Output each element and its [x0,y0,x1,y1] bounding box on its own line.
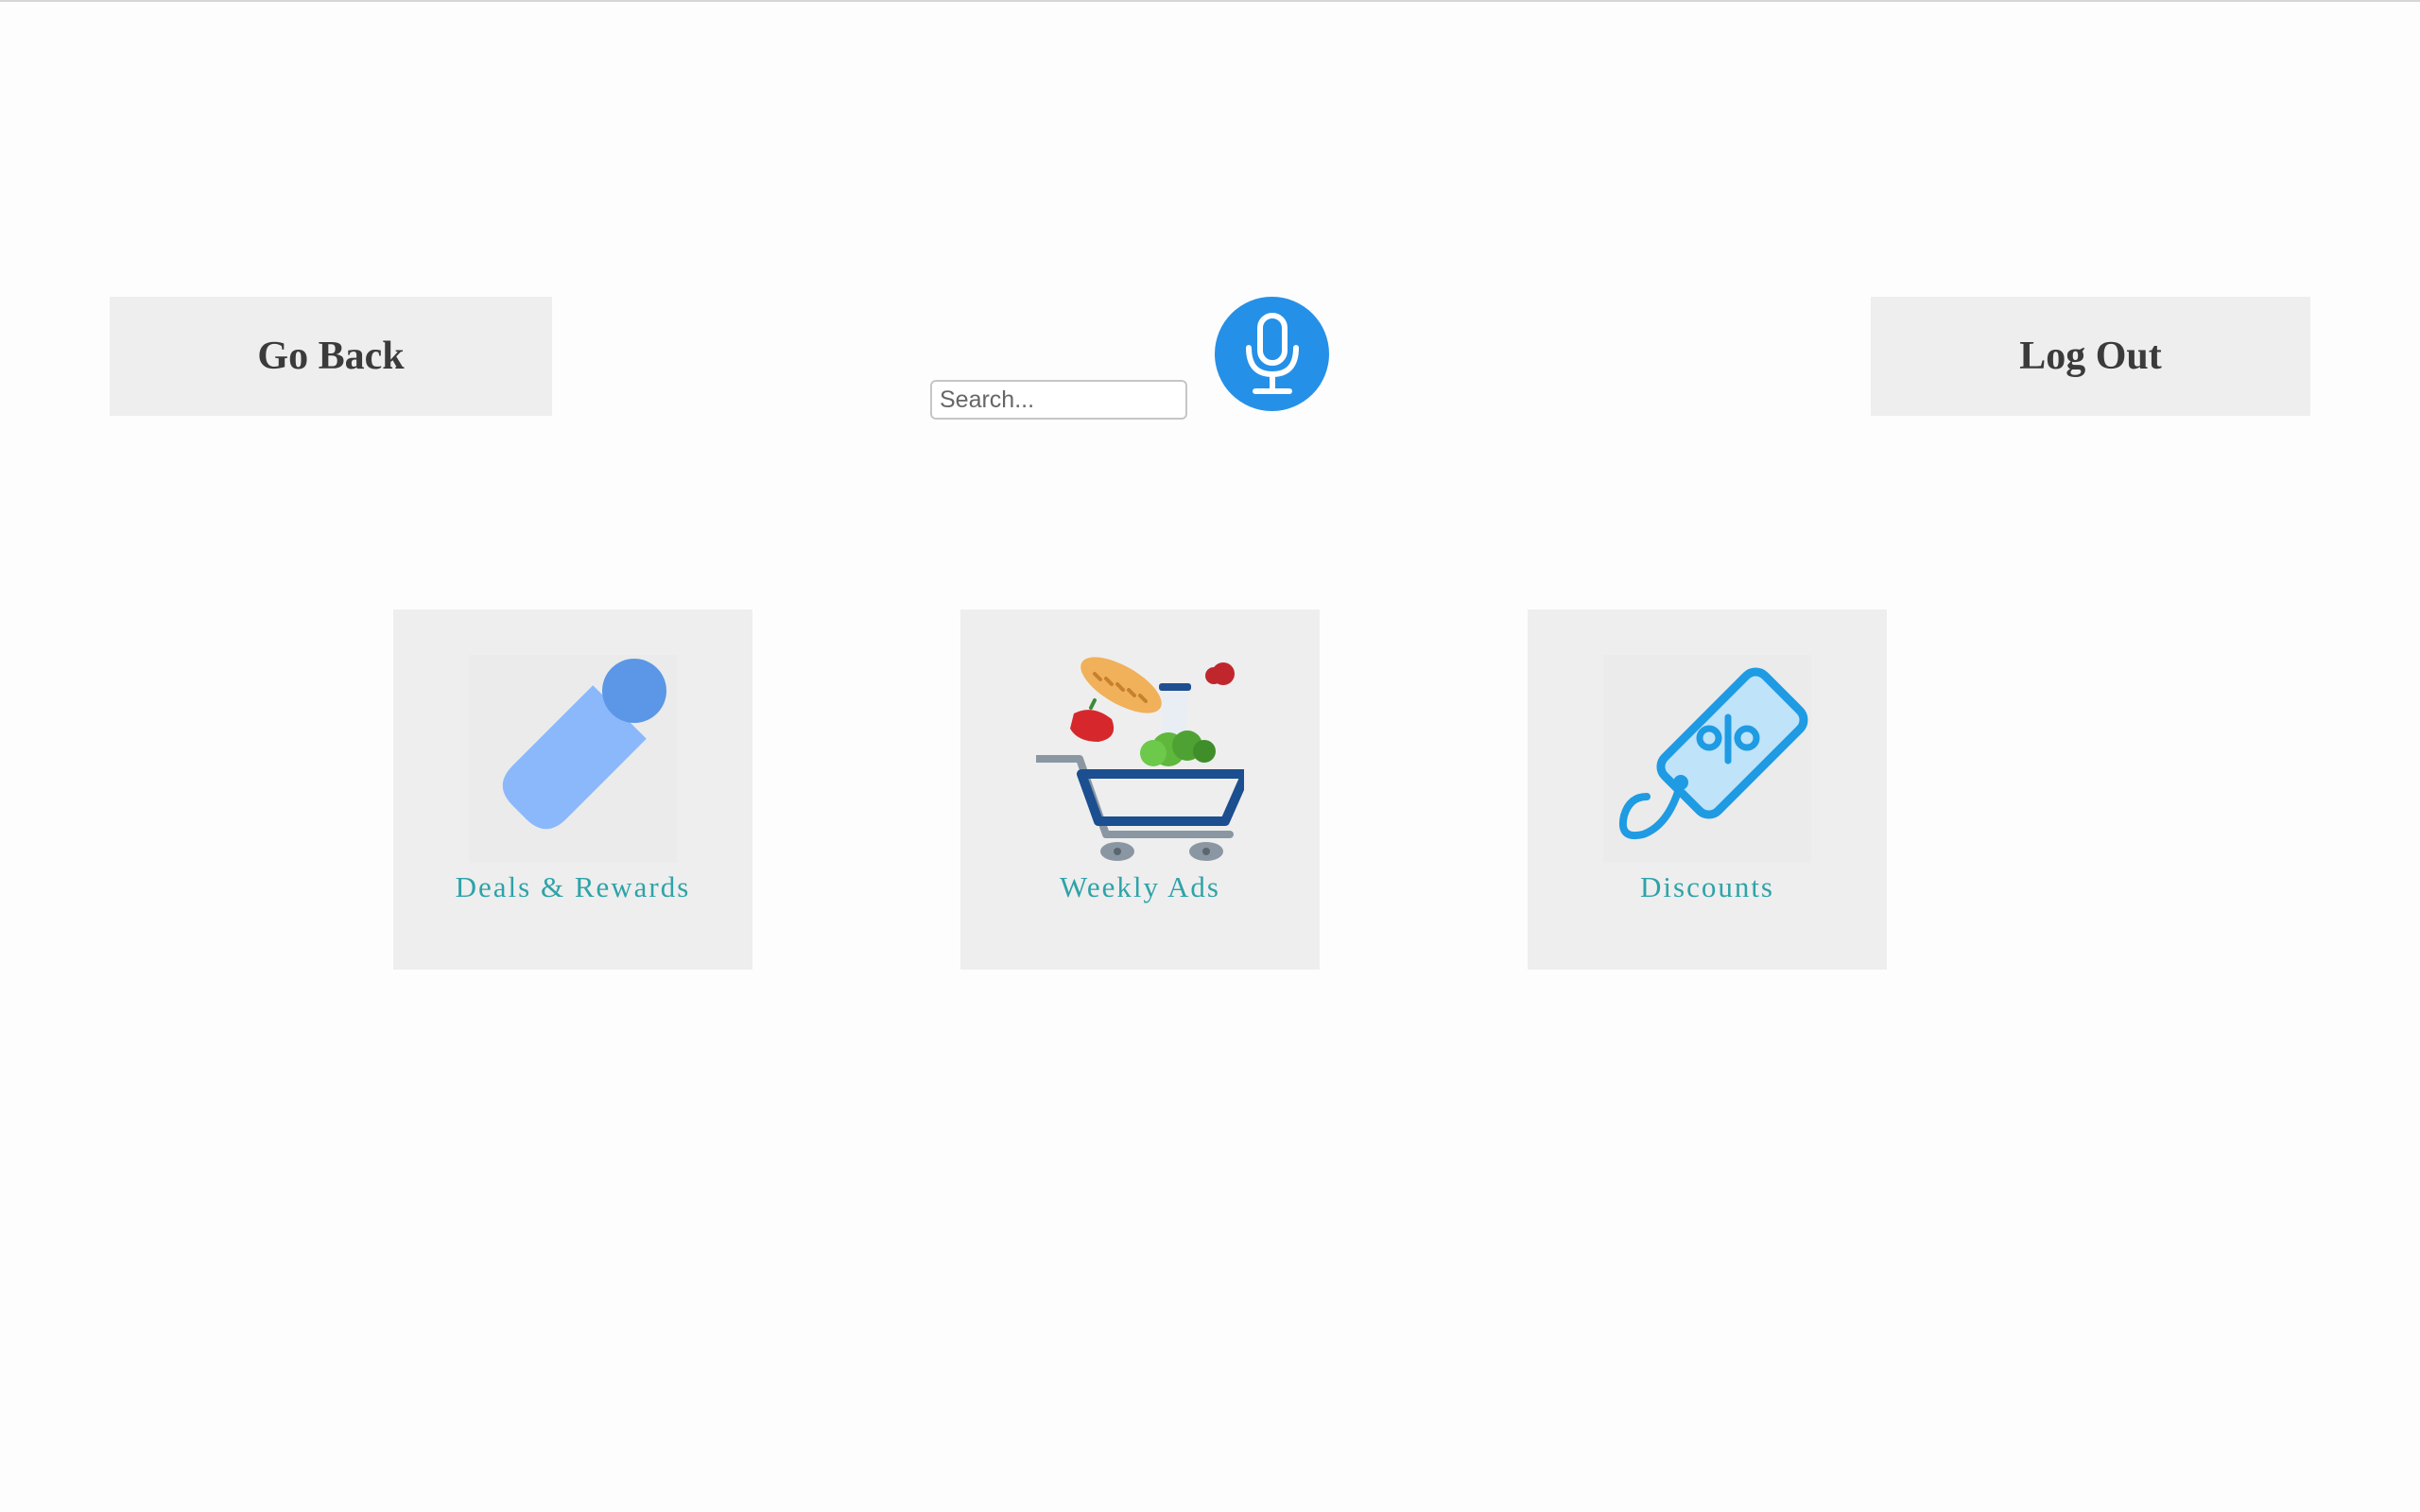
search-input[interactable] [930,380,1187,420]
log-out-button[interactable]: Log Out [1871,297,2310,416]
tile-label: Weekly Ads [1060,870,1220,903]
top-divider [0,0,2420,2]
microphone-icon [1242,312,1303,397]
weekly-ads-tile[interactable]: Weekly Ads [960,610,1320,970]
voice-search-button[interactable] [1215,297,1329,411]
grocery-cart-icon [1032,655,1251,863]
discount-tag-icon [1603,655,1811,863]
deals-rewards-tile[interactable]: Deals & Rewards [393,610,752,970]
go-back-button[interactable]: Go Back [110,297,552,416]
tile-label: Discounts [1640,870,1774,903]
price-tag-icon [469,655,677,863]
discounts-tile[interactable]: Discounts [1528,610,1887,970]
tile-label: Deals & Rewards [455,870,691,903]
